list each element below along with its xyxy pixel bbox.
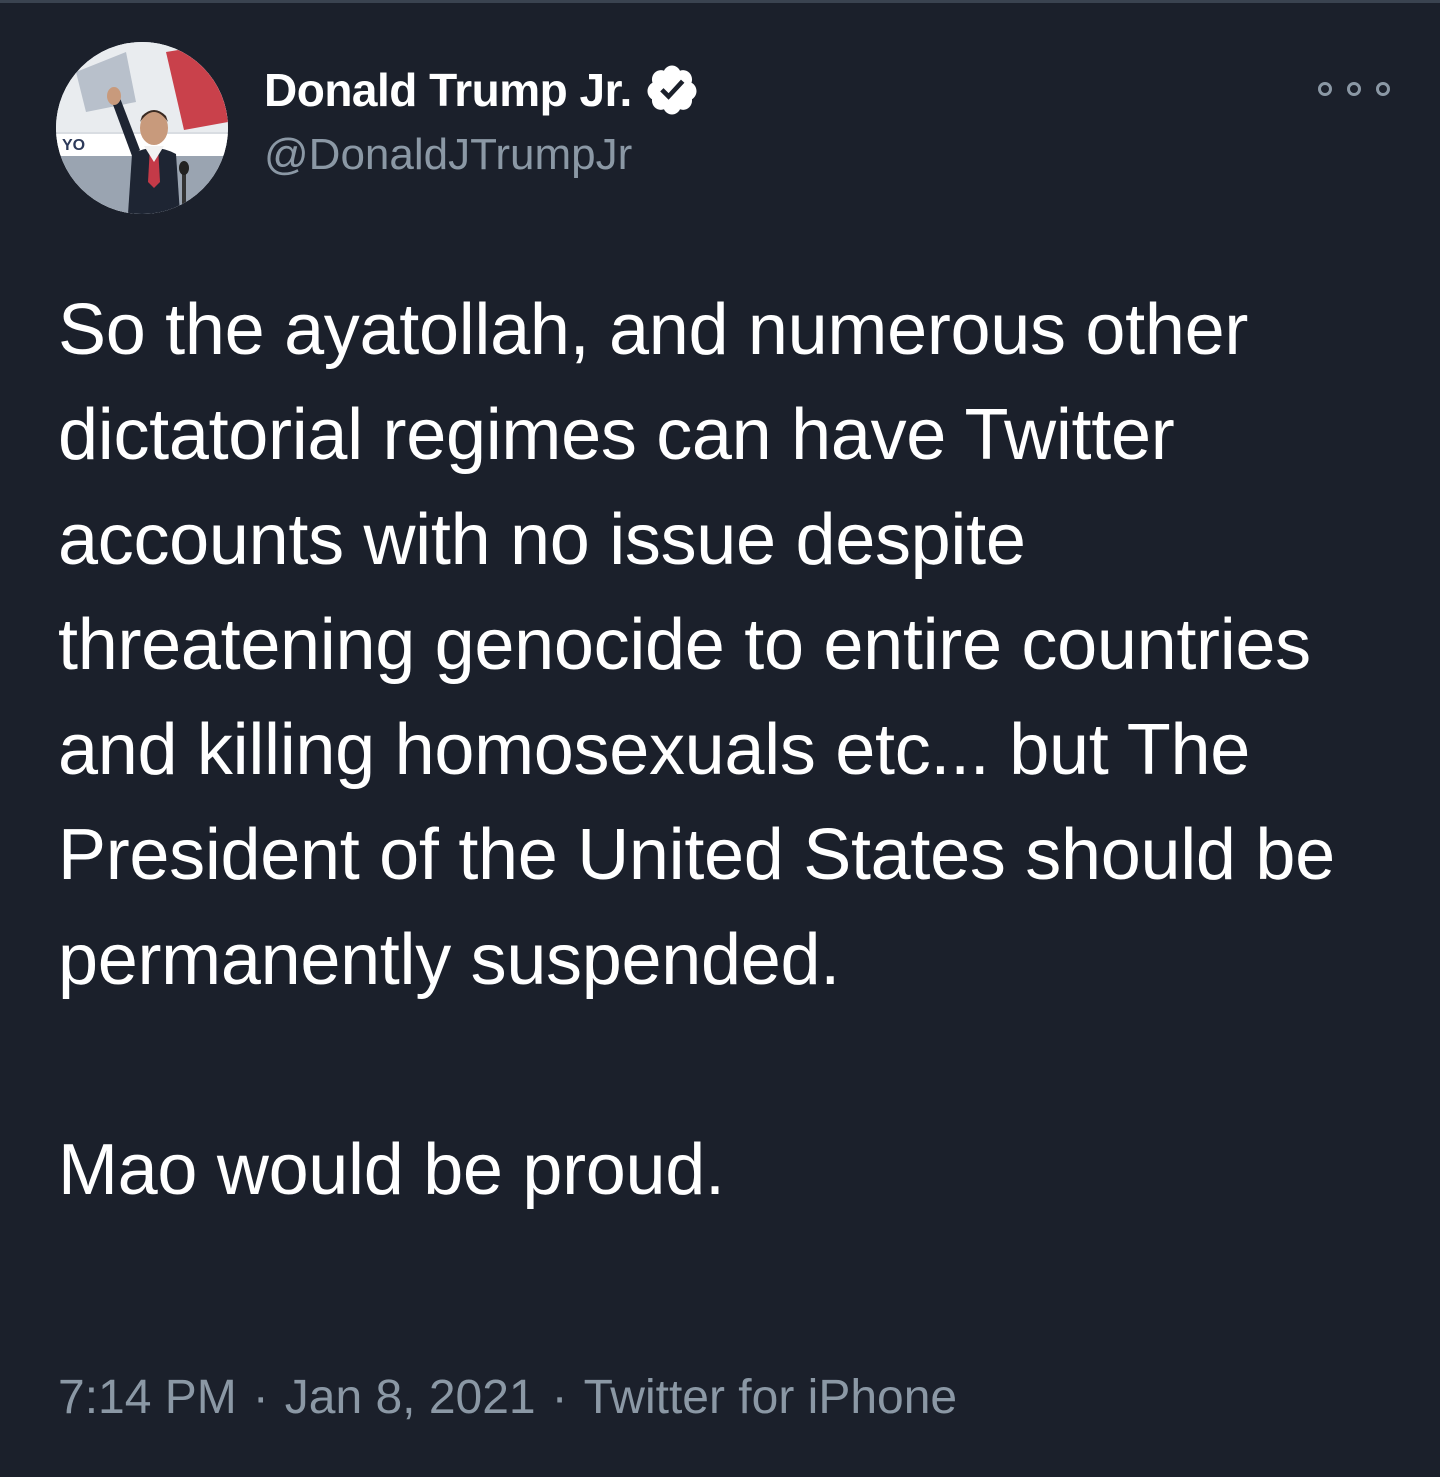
author-display-name[interactable]: Donald Trump Jr.: [264, 63, 632, 117]
more-options-icon: [1347, 82, 1361, 96]
more-options-icon: [1318, 82, 1332, 96]
tweet-text: So the ayatollah, and numerous other dic…: [58, 290, 1335, 1210]
tweet-source[interactable]: Twitter for iPhone: [584, 1370, 958, 1425]
meta-separator: ·: [551, 1371, 568, 1424]
author-handle[interactable]: @DonaldJTrumpJr: [264, 130, 632, 180]
verified-badge-icon: [644, 62, 700, 118]
meta-separator: ·: [252, 1371, 269, 1424]
tweet-time[interactable]: 7:14 PM: [58, 1370, 237, 1425]
author-name-row: Donald Trump Jr.: [264, 62, 700, 118]
more-options-button[interactable]: [1318, 74, 1390, 104]
tweet-metadata: 7:14 PM · Jan 8, 2021 · Twitter for iPho…: [58, 1370, 957, 1425]
tweet-date[interactable]: Jan 8, 2021: [285, 1370, 536, 1425]
author-avatar[interactable]: YO: [56, 42, 228, 214]
svg-text:YO: YO: [62, 137, 85, 154]
more-options-icon: [1376, 82, 1390, 96]
tweet: YO Donald Trump Jr. @DonaldJTrumpJr So t…: [0, 0, 1440, 1477]
avatar-image: YO: [56, 42, 228, 214]
